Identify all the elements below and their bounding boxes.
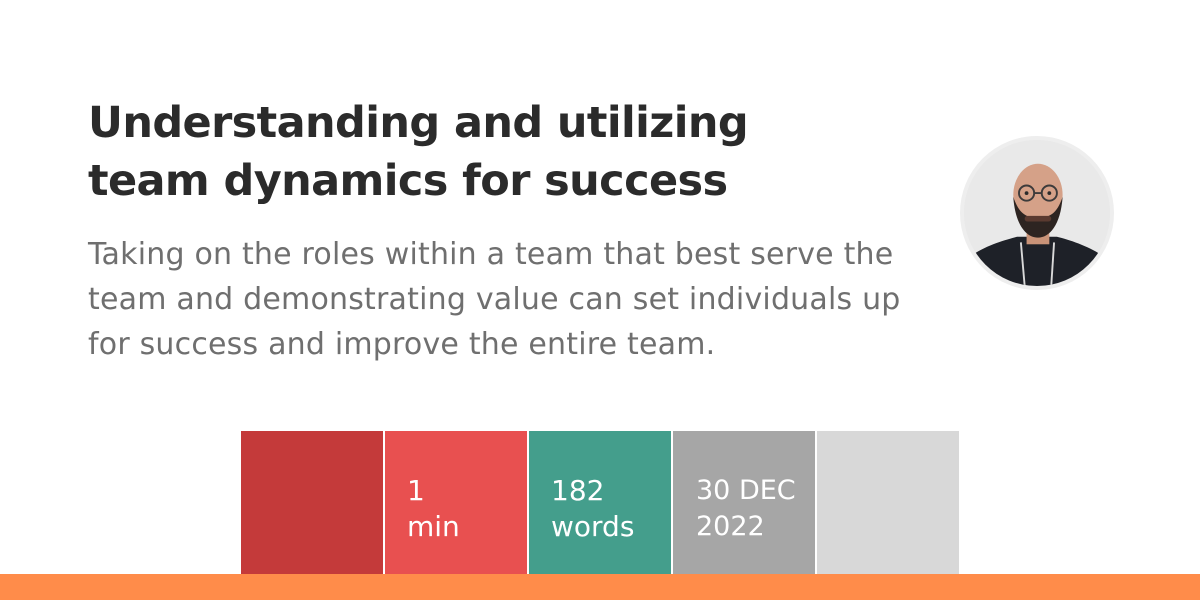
publish-date-day-month: 30 DEC xyxy=(696,475,796,506)
publish-date: 30 DEC 2022 xyxy=(696,473,811,545)
bottom-accent-bar xyxy=(0,574,1200,600)
stat-block-blank xyxy=(817,431,959,574)
stat-block-accent xyxy=(241,431,383,574)
reading-time: 1 min xyxy=(407,473,522,545)
stat-block-reading-time: 1 min xyxy=(385,431,527,574)
article-title: Understanding and utilizing team dynamic… xyxy=(88,98,749,206)
stat-block-word-count: 182 words xyxy=(529,431,671,574)
article-summary: Taking on the roles within a team that b… xyxy=(88,237,901,362)
word-count-value: 182 xyxy=(551,474,605,507)
word-count: 182 words xyxy=(551,473,666,545)
publish-date-year: 2022 xyxy=(696,511,765,542)
word-count-unit: words xyxy=(551,510,635,543)
article-stats: 1 min 182 words 30 DEC 2022 xyxy=(241,431,959,574)
author-avatar xyxy=(960,136,1114,290)
reading-time-value: 1 xyxy=(407,474,425,507)
reading-time-unit: min xyxy=(407,510,460,543)
stat-block-date: 30 DEC 2022 xyxy=(673,431,815,574)
author-photo-icon xyxy=(964,140,1110,286)
